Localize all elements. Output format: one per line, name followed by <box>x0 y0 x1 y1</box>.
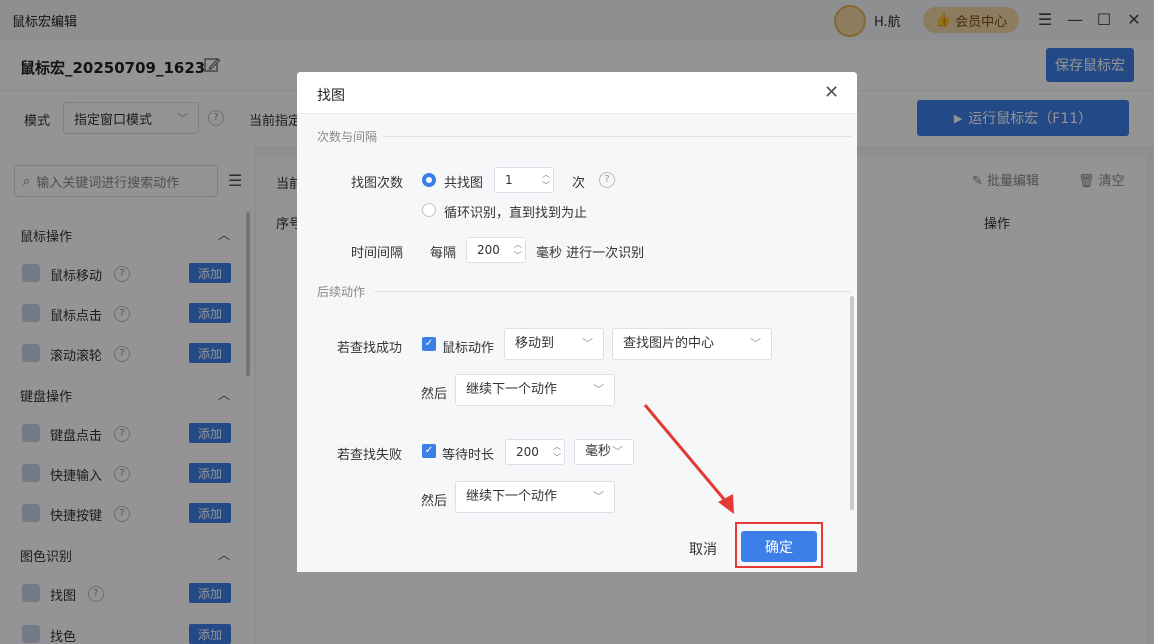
target-select[interactable]: 查找图片的中心 ﹀ <box>612 328 772 360</box>
radio-loop[interactable] <box>422 203 436 217</box>
group-count-interval: 次数与间隔 <box>317 130 378 144</box>
move-to-select[interactable]: 移动到 ﹀ <box>504 328 604 360</box>
then-success-select[interactable]: 继续下一个动作 ﹀ <box>455 374 615 406</box>
close-icon[interactable]: ✕ <box>824 82 839 103</box>
then-success-value: 继续下一个动作 <box>466 382 558 397</box>
mouse-action-checkbox[interactable]: ✓ <box>422 337 436 351</box>
then-fail-value: 继续下一个动作 <box>466 489 558 504</box>
then-label: 然后 <box>421 387 448 402</box>
target-value: 查找图片的中心 <box>623 336 715 351</box>
dialog-title: 找图 <box>317 88 345 104</box>
then-label: 然后 <box>421 494 448 509</box>
stepper-icon[interactable]: ︿ ﹀ <box>542 169 550 191</box>
stepper-icon[interactable]: ︿ ﹀ <box>514 239 522 261</box>
mouse-action-label[interactable]: 鼠标动作 <box>442 337 494 356</box>
every-label: 每隔 <box>430 246 457 261</box>
interval-value: 200 <box>477 243 500 257</box>
move-to-value: 移动到 <box>515 336 555 351</box>
total-count-input[interactable]: 1 ︿ ﹀ <box>494 167 554 193</box>
radio-loop-label[interactable]: 循环识别，直到找到为止 <box>444 202 587 221</box>
chevron-down-icon: ﹀ <box>582 337 593 350</box>
chevron-down-icon: ﹀ <box>612 445 623 458</box>
dialog-scrollbar[interactable] <box>850 296 854 510</box>
divider <box>384 136 852 137</box>
divider <box>374 291 852 292</box>
chevron-down-icon: ﹀ <box>593 383 604 396</box>
wait-input[interactable]: 200 ︿ ﹀ <box>505 439 565 465</box>
radio-total-label[interactable]: 共找图 <box>444 172 483 191</box>
on-fail-label: 若查找失败 <box>337 448 403 463</box>
stepper-icon[interactable]: ︿ ﹀ <box>553 441 561 463</box>
then-fail-select[interactable]: 继续下一个动作 ﹀ <box>455 481 615 513</box>
interval-input[interactable]: 200 ︿ ﹀ <box>466 237 526 263</box>
dialog-header <box>297 72 857 114</box>
interval-label: 时间间隔 <box>351 246 404 261</box>
annotation-arrow-icon <box>643 404 734 514</box>
wait-unit-value: 毫秒 <box>585 444 612 459</box>
find-count-label: 找图次数 <box>351 176 404 191</box>
chevron-down-icon: ﹀ <box>593 490 604 503</box>
wait-unit-select[interactable]: 毫秒 ﹀ <box>574 439 634 465</box>
wait-value: 200 <box>516 445 539 459</box>
total-count-value: 1 <box>505 173 513 187</box>
times-unit: 次 <box>572 176 586 191</box>
interval-suffix: 毫秒 进行一次识别 <box>536 246 645 261</box>
help-icon[interactable]: ? <box>599 172 615 188</box>
wait-label[interactable]: 等待时长 <box>442 444 494 463</box>
group-follow-up: 后续动作 <box>317 285 366 299</box>
radio-total[interactable] <box>422 173 436 187</box>
cancel-button[interactable]: 取消 <box>689 539 717 559</box>
on-success-label: 若查找成功 <box>337 341 403 356</box>
chevron-down-icon: ﹀ <box>750 337 761 350</box>
confirm-button[interactable]: 确定 <box>741 531 817 562</box>
wait-checkbox[interactable]: ✓ <box>422 444 436 458</box>
